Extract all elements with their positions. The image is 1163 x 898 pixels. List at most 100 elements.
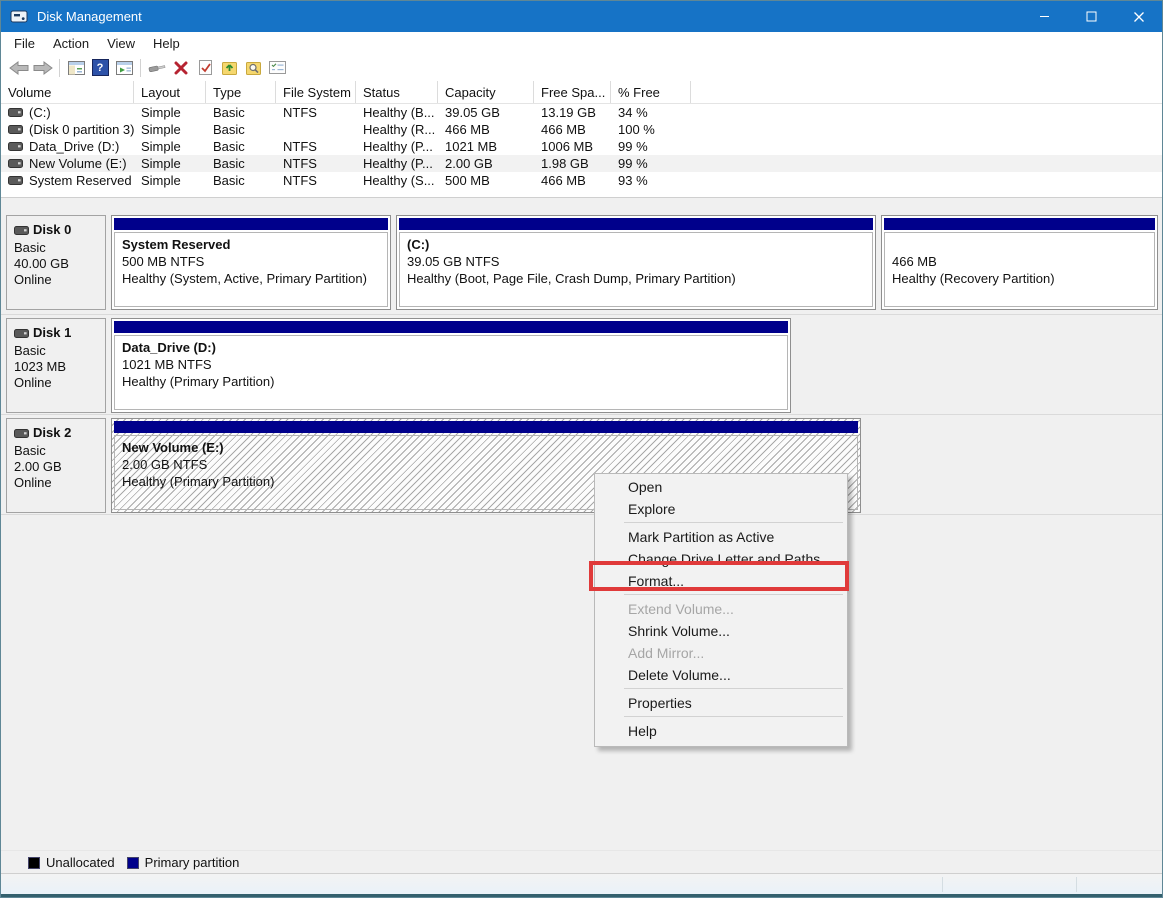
menu-file[interactable]: File [5,33,44,54]
menu-view[interactable]: View [98,33,144,54]
cell: 466 MB [534,173,611,188]
legend-bar: UnallocatedPrimary partition [1,850,1162,874]
drive-search-icon[interactable] [241,57,265,79]
column-header-free-spa[interactable]: Free Spa... [534,81,611,103]
cell: 13.19 GB [534,105,611,120]
cell: NTFS [276,173,356,188]
volume-row-c[interactable]: (C:)SimpleBasicNTFSHealthy (B...39.05 GB… [1,104,1162,121]
volume-row-new-volume-e[interactable]: New Volume (E:)SimpleBasicNTFSHealthy (P… [1,155,1162,172]
cell: Simple [134,173,206,188]
legend-swatch [127,857,139,869]
cell: 466 MB [534,122,611,137]
cell: (C:) [1,105,134,120]
maximize-button[interactable] [1068,1,1115,32]
partition-color-bar [114,421,858,433]
cell: (Disk 0 partition 3) [1,122,134,137]
context-menu-item-explore[interactable]: Explore [595,498,847,520]
cell: Healthy (R... [356,122,438,137]
context-menu-item-extend-volume: Extend Volume... [595,598,847,620]
cell: Simple [134,105,206,120]
disk-label-disk-0[interactable]: Disk 0Basic40.00 GBOnline [6,215,106,310]
partition-info: System Reserved500 MB NTFSHealthy (Syste… [114,232,388,307]
check-document-icon[interactable] [193,57,217,79]
context-menu-separator [624,688,843,689]
context-menu-item-mark-partition-as-active[interactable]: Mark Partition as Active [595,526,847,548]
back-arrow-icon[interactable] [7,57,31,79]
toolbar-separator [59,59,60,77]
cell: 466 MB [438,122,534,137]
cell: 99 % [611,139,691,154]
cell: NTFS [276,105,356,120]
cell: Healthy (S... [356,173,438,188]
context-menu-item-format[interactable]: Format... [595,570,847,592]
cell: Healthy (B... [356,105,438,120]
volume-list: VolumeLayoutTypeFile SystemStatusCapacit… [1,81,1162,198]
cell: New Volume (E:) [1,156,134,171]
action-pane-icon[interactable] [112,57,136,79]
partition-color-bar [884,218,1155,230]
cell: Basic [206,122,276,137]
volume-list-body: (C:)SimpleBasicNTFSHealthy (B...39.05 GB… [1,104,1162,189]
disk-label-disk-1[interactable]: Disk 1Basic1023 MBOnline [6,318,106,413]
column-header-volume[interactable]: Volume [1,81,134,103]
context-menu-item-delete-volume[interactable]: Delete Volume... [595,664,847,686]
forward-arrow-icon[interactable] [31,57,55,79]
console-tree-icon[interactable] [64,57,88,79]
column-header-free[interactable]: % Free [611,81,691,103]
properties-icon[interactable] [265,57,289,79]
context-menu-item-help[interactable]: Help [595,720,847,742]
cell: 500 MB [438,173,534,188]
tool-icon[interactable] [145,57,169,79]
menu-help[interactable]: Help [144,33,189,54]
volume-row-disk-0-partition-3[interactable]: (Disk 0 partition 3)SimpleBasicHealthy (… [1,121,1162,138]
context-menu-item-properties[interactable]: Properties [595,692,847,714]
cell: Data_Drive (D:) [1,139,134,154]
volume-list-header: VolumeLayoutTypeFile SystemStatusCapacit… [1,81,1162,104]
volume-row-system-reserved[interactable]: System ReservedSimpleBasicNTFSHealthy (S… [1,172,1162,189]
volume-row-data-drive-d[interactable]: Data_Drive (D:)SimpleBasicNTFSHealthy (P… [1,138,1162,155]
context-menu-item-shrink-volume[interactable]: Shrink Volume... [595,620,847,642]
partition-info: 466 MBHealthy (Recovery Partition) [884,232,1155,307]
drive-up-icon[interactable] [217,57,241,79]
cell: 100 % [611,122,691,137]
column-header-status[interactable]: Status [356,81,438,103]
disk-row-divider [1,414,1162,415]
cell: Basic [206,105,276,120]
context-menu-item-change-drive-letter-and-paths[interactable]: Change Drive Letter and Paths... [595,548,847,570]
cell: 1006 MB [534,139,611,154]
menu-action[interactable]: Action [44,33,98,54]
window-controls [1021,1,1162,32]
cell: Basic [206,173,276,188]
partition-color-bar [114,218,388,230]
disk-icon [14,329,29,338]
cell: 99 % [611,156,691,171]
cell: 93 % [611,173,691,188]
partition-system-reserved[interactable]: System Reserved500 MB NTFSHealthy (Syste… [111,215,391,310]
partition-recovery[interactable]: 466 MBHealthy (Recovery Partition) [881,215,1158,310]
volume-icon [8,108,23,117]
delete-icon[interactable] [169,57,193,79]
column-header-capacity[interactable]: Capacity [438,81,534,103]
partition-color-bar [399,218,873,230]
menu-bar: FileActionViewHelp [1,32,1162,54]
column-header-filler [691,81,1162,103]
cell: Basic [206,156,276,171]
legend-swatch [28,857,40,869]
column-header-type[interactable]: Type [206,81,276,103]
context-menu-item-open[interactable]: Open [595,476,847,498]
window-title: Disk Management [37,9,142,24]
column-header-file-system[interactable]: File System [276,81,356,103]
partition-c[interactable]: (C:)39.05 GB NTFSHealthy (Boot, Page Fil… [396,215,876,310]
cell: 2.00 GB [438,156,534,171]
minimize-button[interactable] [1021,1,1068,32]
partition-data-drive-d[interactable]: Data_Drive (D:)1021 MB NTFSHealthy (Prim… [111,318,791,413]
close-button[interactable] [1115,1,1162,32]
column-header-layout[interactable]: Layout [134,81,206,103]
disk-label-disk-2[interactable]: Disk 2Basic2.00 GBOnline [6,418,106,513]
volume-icon [8,142,23,151]
graph-area: Disk 0Basic40.00 GBOnlineSystem Reserved… [1,198,1162,850]
help-icon[interactable]: ? [88,57,112,79]
cell: 1021 MB [438,139,534,154]
cell: Basic [206,139,276,154]
status-bar-separator [942,877,943,892]
